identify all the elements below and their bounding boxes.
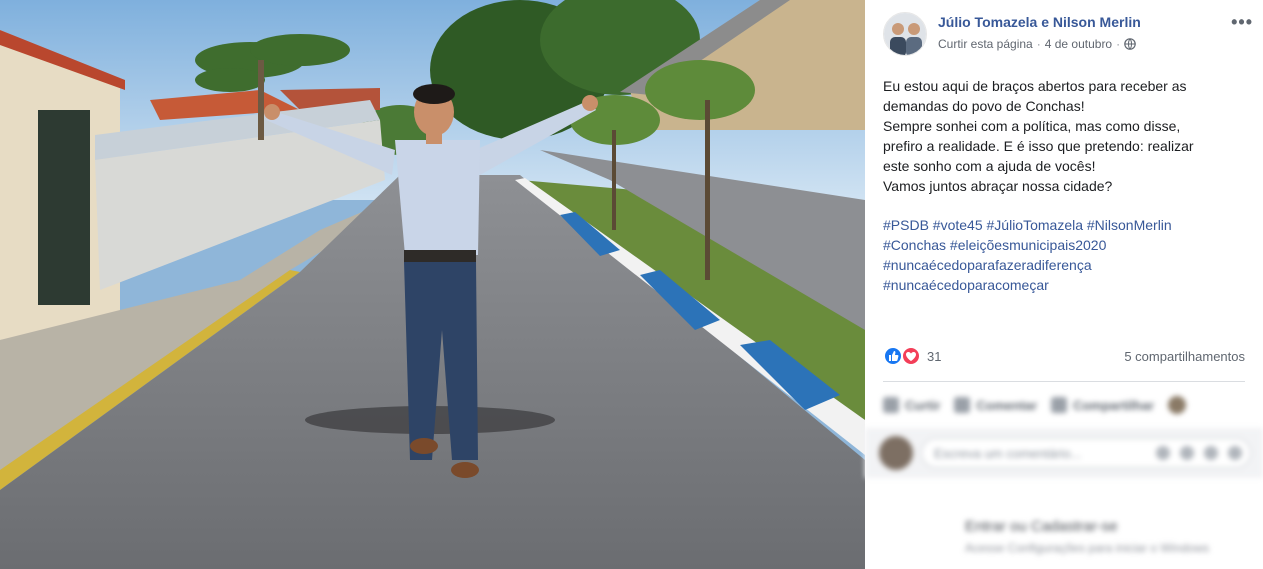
reaction-selector[interactable]	[1167, 396, 1186, 414]
reaction-count[interactable]: 31	[927, 349, 941, 364]
hashtag-line[interactable]: #Conchas #eleiçõesmunicipais2020	[883, 235, 1245, 255]
camera-icon[interactable]	[1180, 446, 1194, 460]
street-scene-image	[0, 0, 865, 569]
sticker-icon[interactable]	[1228, 446, 1242, 460]
comment-placeholder: Escreva um comentário...	[934, 446, 1082, 461]
post-header: Júlio Tomazela e Nilson Merlin Curtir es…	[883, 10, 1253, 56]
share-icon	[1051, 397, 1068, 413]
like-button[interactable]: Curtir	[883, 397, 940, 413]
comment-input[interactable]: Escreva um comentário...	[921, 438, 1251, 468]
page-avatar[interactable]	[883, 12, 927, 56]
watermark-title: Entrar ou Cadastrar-se	[965, 518, 1118, 535]
gif-icon[interactable]	[1204, 446, 1218, 460]
meta-separator-2: ·	[1116, 37, 1121, 51]
comment-input-icons	[1156, 446, 1242, 460]
love-reaction-icon	[901, 346, 921, 366]
post-side-panel: Júlio Tomazela e Nilson Merlin Curtir es…	[865, 0, 1263, 569]
comment-label: Comentar	[976, 397, 1038, 413]
action-bar: Curtir Comentar Compartilhar	[883, 393, 1245, 417]
post-text-line: Eu estou aqui de braços abertos para rec…	[883, 78, 1187, 94]
more-options-icon[interactable]: •••	[1231, 12, 1253, 33]
post-photo[interactable]	[0, 0, 865, 569]
comment-button[interactable]: Comentar	[954, 397, 1037, 413]
share-label: Compartilhar	[1073, 397, 1154, 413]
globe-icon	[1124, 38, 1136, 50]
hashtag-line[interactable]: #nuncaécedoparafazeradiferença	[883, 255, 1245, 275]
watermark-subtitle: Acesse Configurações para iniciar o Wind…	[965, 541, 1210, 555]
thumbs-up-icon	[883, 397, 899, 413]
user-avatar	[879, 436, 913, 470]
post-text-line: demandas do povo de Conchas!	[883, 98, 1085, 114]
post-text-line: Sempre sonhei com a política, mas como d…	[883, 118, 1181, 134]
post-body: Eu estou aqui de braços abertos para rec…	[883, 76, 1245, 196]
like-label: Curtir	[905, 397, 941, 413]
meta-separator: ·	[1036, 37, 1041, 51]
share-button[interactable]: Compartilhar	[1051, 397, 1154, 413]
comment-box: Escreva um comentário...	[865, 428, 1263, 478]
reactions-bar: 31 5 compartilhamentos	[883, 345, 1245, 369]
shares-count[interactable]: 5 compartilhamentos	[1124, 349, 1245, 364]
comment-icon	[954, 397, 971, 413]
hashtags: #PSDB #vote45 #JúlioTomazela #NilsonMerl…	[883, 215, 1245, 295]
like-page-link[interactable]: Curtir esta página	[938, 37, 1033, 51]
post-text-line: este sonho com a ajuda de vocês!	[883, 158, 1096, 174]
hashtag-line[interactable]: #PSDB #vote45 #JúlioTomazela #NilsonMerl…	[883, 215, 1245, 235]
emoji-icon[interactable]	[1156, 446, 1170, 460]
windows-activation-watermark: Entrar ou Cadastrar-se Acesse Configuraç…	[965, 518, 1263, 555]
avatar	[1167, 396, 1186, 414]
divider	[883, 381, 1245, 382]
page-name-link[interactable]: Júlio Tomazela e Nilson Merlin	[938, 14, 1141, 30]
post-meta: Curtir esta página · 4 de outubro ·	[938, 37, 1136, 51]
post-date[interactable]: 4 de outubro	[1045, 37, 1112, 51]
reaction-icons[interactable]	[883, 345, 925, 367]
post-text-line: prefiro a realidade. E é isso que preten…	[883, 138, 1194, 154]
like-reaction-icon	[883, 346, 903, 366]
post-text-line: Vamos juntos abraçar nossa cidade?	[883, 178, 1113, 194]
hashtag-line[interactable]: #nuncaécedoparacomeçar	[883, 275, 1245, 295]
